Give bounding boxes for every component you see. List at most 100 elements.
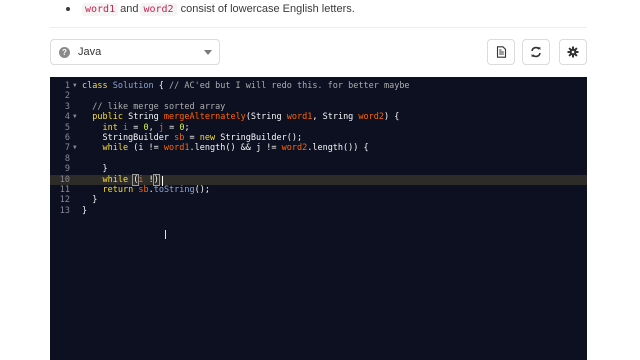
code-text: while (i !) xyxy=(82,173,160,186)
code-token: ; xyxy=(184,122,190,133)
code-line[interactable]: 4 ▼ public String mergeAlternately(String… xyxy=(50,112,587,122)
fold-arrow-icon[interactable]: ▼ xyxy=(73,112,77,122)
refresh-button[interactable] xyxy=(522,39,550,65)
constraint-and-text: and xyxy=(120,3,139,15)
line-number: 6 xyxy=(64,133,70,143)
inline-code-word1: word1 xyxy=(82,2,119,16)
code-line[interactable]: 11 return sb.toString(); xyxy=(50,185,587,195)
line-number: 13 xyxy=(59,205,70,216)
code-text: class Solution { // AC'ed but I will red… xyxy=(82,81,410,91)
code-token: (String xyxy=(245,112,287,123)
line-number: 4 xyxy=(64,112,70,123)
code-token: = xyxy=(184,133,200,143)
fold-arrow-icon[interactable]: ▼ xyxy=(73,81,77,91)
line-number: 10 xyxy=(59,174,70,185)
code-token: StringBuilder(); xyxy=(215,133,303,143)
code-token: Solution xyxy=(112,81,154,91)
code-token: mergeAlternately xyxy=(163,112,246,123)
mouse-text-cursor xyxy=(165,230,166,239)
language-select[interactable]: ? Java xyxy=(50,39,220,65)
code-token: while xyxy=(102,143,129,154)
line-number: 11 xyxy=(59,185,70,195)
code-token: word2 xyxy=(281,143,308,154)
code-token: } xyxy=(82,205,88,216)
inline-code-word2: word2 xyxy=(140,2,177,16)
code-text: } xyxy=(82,164,108,175)
code-token: = xyxy=(163,122,180,133)
code-text: while (i != word1.length() && j != word2… xyxy=(82,143,369,154)
language-select-value: Java xyxy=(78,46,102,58)
question-icon: ? xyxy=(59,46,70,58)
code-token: .length()) { xyxy=(307,143,369,154)
file-button[interactable] xyxy=(487,39,515,65)
line-number: 2 xyxy=(64,91,70,102)
code-line[interactable]: 9 } xyxy=(50,164,587,174)
code-token: (i != xyxy=(128,143,164,154)
code-line[interactable]: 10 while (i !) xyxy=(50,173,587,186)
fold-arrow-icon[interactable]: ▼ xyxy=(73,143,77,153)
code-line[interactable]: 8 xyxy=(50,154,587,164)
code-token: int xyxy=(102,122,118,133)
refresh-icon xyxy=(531,46,541,58)
divider xyxy=(50,27,587,28)
code-token: ! xyxy=(143,174,154,185)
code-line[interactable]: 2 xyxy=(50,91,587,101)
code-text: // like merge sorted array xyxy=(82,102,225,112)
code-token: .length() && j != xyxy=(189,143,282,154)
gear-icon xyxy=(567,46,579,58)
code-line[interactable]: 13} xyxy=(50,206,587,216)
file-icon xyxy=(496,46,506,58)
code-token: public xyxy=(92,112,123,123)
code-text: int i = 0, j = 0; xyxy=(82,122,190,133)
code-token: return xyxy=(102,185,134,195)
code-token: sb xyxy=(138,185,149,195)
code-line[interactable]: 12 } xyxy=(50,195,587,205)
code-editor[interactable]: 1 ▼ class Solution { // AC'ed but I will r… xyxy=(50,77,587,360)
code-text: public String mergeAlternately(String wo… xyxy=(82,112,399,122)
line-number: 3 xyxy=(64,101,70,112)
code-token: class xyxy=(82,81,108,91)
line-number: 9 xyxy=(64,164,70,175)
text-caret xyxy=(162,176,163,186)
code-token: { xyxy=(153,81,170,91)
code-token: ) { xyxy=(384,112,400,123)
line-number: 8 xyxy=(64,153,70,164)
code-token: // AC'ed but I will redo this. for bette… xyxy=(169,81,410,91)
code-text: } xyxy=(82,206,87,216)
code-token: toString xyxy=(153,185,195,195)
code-text: StringBuilder sb = new StringBuilder(); xyxy=(82,133,302,143)
code-text: } xyxy=(82,195,97,205)
code-token: while xyxy=(102,174,129,185)
code-token: , xyxy=(148,122,159,133)
code-line[interactable]: 1 ▼ class Solution { // AC'ed but I will r… xyxy=(50,81,587,91)
constraint-rest-text: consist of lowercase English letters. xyxy=(180,3,355,15)
code-token: , String xyxy=(312,112,359,123)
code-token: word2 xyxy=(358,112,385,123)
code-token: } xyxy=(82,164,108,175)
code-token: // like merge sorted array xyxy=(92,101,226,112)
line-number: 12 xyxy=(59,195,70,206)
constraint-item: word1 and word2 consist of lowercase Eng… xyxy=(66,0,355,18)
code-token: word1 xyxy=(163,143,190,154)
code-line[interactable]: 5 int i = 0, j = 0; xyxy=(50,123,587,133)
code-token: ) xyxy=(152,173,160,186)
chevron-down-icon xyxy=(204,49,212,55)
code-token: String xyxy=(122,112,164,123)
code-line[interactable]: 7 ▼ while (i != word1.length() && j != wo… xyxy=(50,143,587,153)
bullet-icon xyxy=(66,7,70,11)
code-token: (); xyxy=(194,185,211,195)
code-text: return sb.toString(); xyxy=(82,185,210,195)
code-token: word1 xyxy=(286,112,313,123)
code-line[interactable]: 6 StringBuilder sb = new StringBuilder()… xyxy=(50,133,587,143)
line-number: 1 xyxy=(64,81,70,91)
line-number: 5 xyxy=(64,122,70,133)
settings-button[interactable] xyxy=(559,39,587,65)
code-token: sb xyxy=(174,133,185,143)
line-number: 7 xyxy=(64,143,70,154)
code-token: = xyxy=(128,122,144,133)
code-line[interactable]: 3 // like merge sorted array xyxy=(50,102,587,112)
